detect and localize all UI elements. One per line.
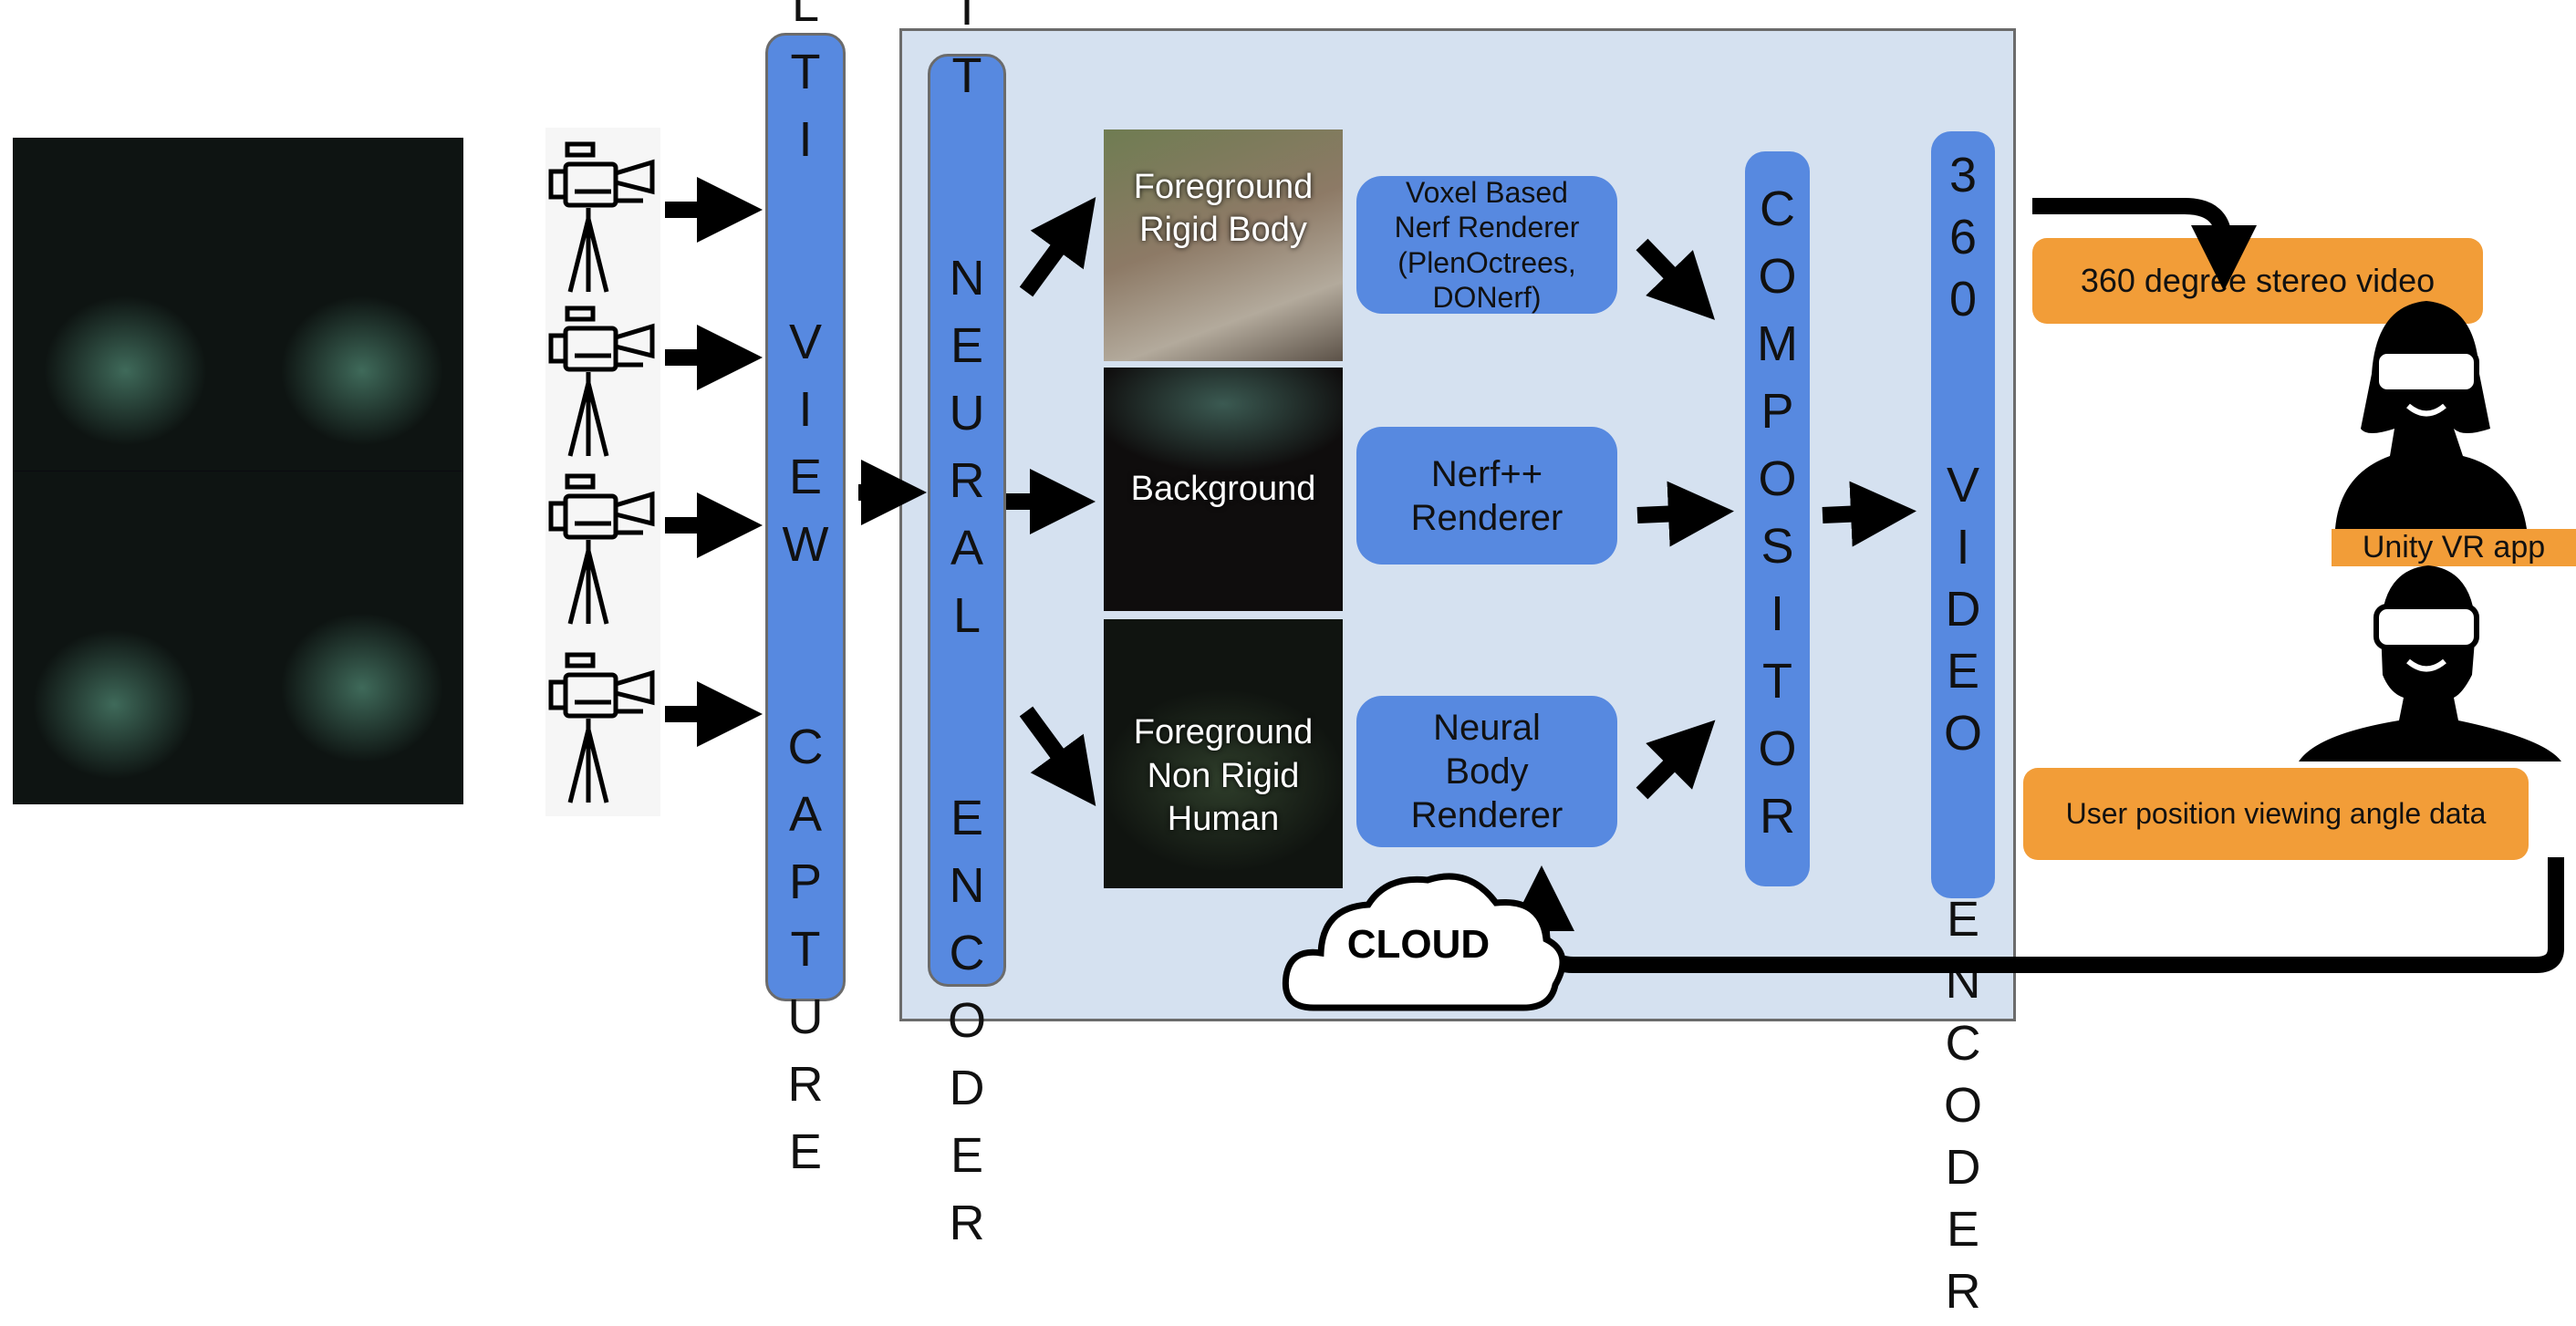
arrow-icon xyxy=(1636,481,1734,547)
arrow-icon xyxy=(1509,857,2564,973)
arrow-icon xyxy=(1636,720,1716,800)
vr-headset-user-icon xyxy=(2299,565,2561,761)
vr-headset-user-icon xyxy=(2335,301,2527,529)
arrow-icon xyxy=(1636,238,1715,320)
diagram-overlay: CLOUD xyxy=(665,177,2564,1011)
arrow-icon xyxy=(1822,481,1916,547)
cloud-label: CLOUD xyxy=(1347,922,1490,967)
arrow-icon xyxy=(1019,196,1096,297)
arrow-icon xyxy=(2032,198,2257,291)
arrow-icon xyxy=(1019,706,1096,807)
